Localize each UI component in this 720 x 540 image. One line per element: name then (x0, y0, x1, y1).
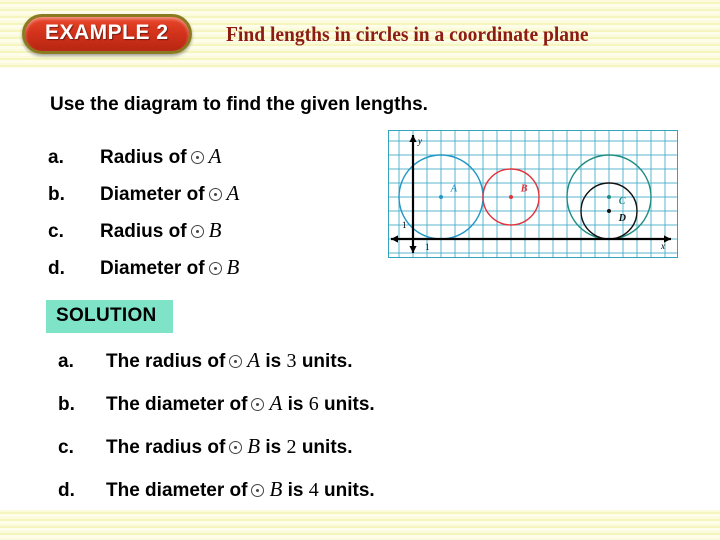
circle-name: A (247, 348, 261, 372)
solution-value: 4 (308, 479, 319, 501)
svg-text:D: D (618, 213, 626, 224)
circle-dot-icon (251, 484, 265, 497)
svg-text:C: C (619, 196, 626, 207)
solution-letter: c. (58, 437, 74, 458)
question-letter: b. (48, 184, 65, 205)
solution-value: 3 (286, 350, 297, 372)
example-badge: EXAMPLE 2 (22, 13, 192, 55)
instruction-text: Use the diagram to find the given length… (50, 94, 428, 115)
solution-body: The diameter of B is 4 units. (106, 477, 375, 502)
solution-suffix: units. (324, 480, 375, 501)
question-body: Diameter of A (100, 181, 239, 206)
solution-heading: SOLUTION (46, 300, 173, 333)
solution-prefix: The radius of (106, 437, 226, 458)
question-item-d: d. Diameter of B (48, 255, 348, 292)
solution-letter: d. (58, 480, 75, 501)
circle-dot-icon (190, 151, 204, 164)
svg-text:1: 1 (402, 220, 407, 230)
circle-dot-icon (208, 262, 222, 275)
circle-name: A (269, 391, 283, 415)
circle-dot-icon (229, 441, 243, 454)
solution-body: The diameter of A is 6 units. (106, 391, 375, 416)
circle-dot-icon (251, 398, 265, 411)
question-list: a. Radius of A b. Diameter of A c. Radius … (48, 144, 348, 292)
solution-suffix: units. (301, 437, 353, 458)
circle-dot-icon (190, 225, 204, 238)
slide-header: EXAMPLE 2 Find lengths in circles in a c… (0, 0, 720, 68)
question-prefix: Radius of (100, 147, 187, 168)
circle-name: B (226, 255, 240, 279)
solution-prefix: The diameter of (106, 394, 248, 415)
question-body: Diameter of B (100, 255, 239, 280)
solution-body: The radius of A is 3 units. (106, 348, 353, 373)
question-item-b: b. Diameter of A (48, 181, 348, 218)
solution-prefix: The diameter of (106, 480, 248, 501)
solution-letter: a. (58, 351, 74, 372)
solution-letter: b. (58, 394, 75, 415)
solution-value: 2 (286, 436, 297, 458)
question-prefix: Diameter of (100, 184, 205, 205)
circle-name: B (269, 477, 283, 501)
question-prefix: Radius of (100, 221, 187, 242)
question-body: Radius of B (100, 218, 221, 243)
solution-middle: is (287, 394, 304, 415)
question-letter: c. (48, 221, 64, 242)
slide-body: Use the diagram to find the given length… (0, 68, 720, 510)
solution-suffix: units. (301, 351, 353, 372)
svg-text:B: B (520, 184, 528, 195)
solution-item-a: a. The radius of A is 3 units. (58, 348, 498, 391)
circle-dot-icon (229, 355, 243, 368)
coordinate-plane-svg: y x 1 1 A B CD (389, 131, 677, 257)
solution-middle: is (287, 480, 304, 501)
solution-prefix: The radius of (106, 351, 226, 372)
circle-name: A (226, 181, 240, 205)
solution-suffix: units. (324, 394, 375, 415)
solution-list: a. The radius of A is 3 units. b. The dia… (58, 348, 498, 520)
solution-value: 6 (308, 393, 319, 415)
solution-item-d: d. The diameter of B is 4 units. (58, 477, 498, 520)
solution-middle: is (265, 351, 282, 372)
question-letter: a. (48, 147, 64, 168)
svg-text:1: 1 (425, 242, 430, 252)
question-item-a: a. Radius of A (48, 144, 348, 181)
svg-text:y: y (417, 136, 422, 146)
svg-text:x: x (660, 241, 665, 251)
coordinate-plane-diagram: y x 1 1 A B CD (388, 130, 678, 258)
circle-name: A (208, 144, 222, 168)
question-letter: d. (48, 258, 65, 279)
solution-item-b: b. The diameter of A is 6 units. (58, 391, 498, 434)
solution-middle: is (265, 437, 282, 458)
question-body: Radius of A (100, 144, 221, 169)
svg-text:A: A (450, 184, 458, 195)
page-title: Find lengths in circles in a coordinate … (225, 21, 589, 46)
question-item-c: c. Radius of B (48, 218, 348, 255)
circle-name: B (247, 434, 261, 458)
question-prefix: Diameter of (100, 258, 205, 279)
solution-body: The radius of B is 2 units. (106, 434, 353, 459)
circle-dot-icon (208, 188, 222, 201)
circle-name: B (208, 218, 222, 242)
solution-item-c: c. The radius of B is 2 units. (58, 434, 498, 477)
